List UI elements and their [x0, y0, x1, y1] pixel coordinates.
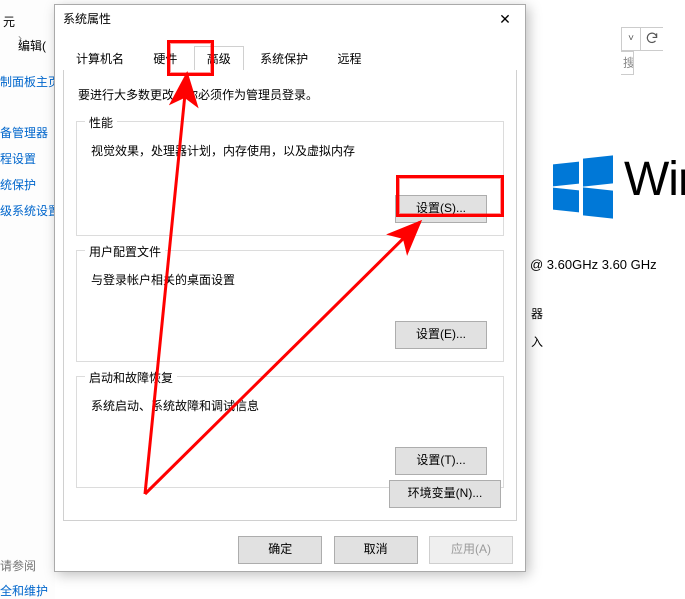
tab-computer-name[interactable]: 计算机名 [63, 46, 137, 72]
link-device-manager[interactable]: 备管理器 [0, 124, 48, 141]
tab-strip: 计算机名 硬件 高级 系统保护 远程 [63, 45, 517, 71]
tab-system-protection[interactable]: 系统保护 [247, 46, 321, 72]
windows-brand-text: Wir [624, 152, 685, 207]
user-profiles-settings-button[interactable]: 设置(E)... [395, 321, 487, 349]
nav-level-suffix: 元 [3, 13, 15, 30]
group-user-profiles: 用户配置文件 与登录帐户相关的桌面设置 设置(E)... [76, 250, 504, 362]
link-system-protection[interactable]: 统保护 [0, 176, 36, 193]
menu-edit-fragment[interactable]: 编辑( [18, 37, 46, 54]
dialog-titlebar[interactable]: 系统属性 ✕ [55, 5, 525, 33]
address-dropdown-icon[interactable] [621, 27, 640, 51]
group-startup-recovery-title: 启动和故障恢复 [85, 369, 177, 386]
cpu-freq-text: @ 3.60GHz 3.60 GHz [530, 257, 657, 272]
group-performance-desc: 视觉效果，处理器计划，内存使用，以及虚拟内存 [77, 122, 503, 206]
link-control-panel-home[interactable]: 制面板主页 [0, 73, 60, 90]
startup-recovery-settings-button[interactable]: 设置(T)... [395, 447, 487, 475]
performance-settings-button[interactable]: 设置(S)... [395, 195, 487, 223]
system-properties-dialog: 系统属性 ✕ 计算机名 硬件 高级 系统保护 远程 要进行大多数更改，你必须作为… [54, 4, 526, 572]
windows-logo-icon [553, 157, 613, 217]
tab-remote[interactable]: 远程 [324, 46, 374, 72]
right-fragment-2: 入 [531, 333, 543, 350]
refresh-icon[interactable] [640, 27, 663, 51]
environment-variables-button[interactable]: 环境变量(N)... [389, 480, 501, 508]
cancel-button[interactable]: 取消 [334, 536, 418, 564]
tab-hardware[interactable]: 硬件 [140, 46, 190, 72]
tab-page-advanced: 要进行大多数更改，你必须作为管理员登录。 性能 视觉效果，处理器计划，内存使用，… [63, 70, 517, 521]
group-user-profiles-title: 用户配置文件 [85, 243, 165, 260]
search-area: 搜 [621, 27, 676, 51]
link-security-and-maintenance[interactable]: 全和维护 [0, 582, 48, 599]
link-advanced-system-settings[interactable]: 级系统设置 [0, 202, 60, 219]
right-fragment-1: 器 [531, 305, 543, 322]
dialog-button-row: 确定 取消 应用(A) [55, 527, 525, 571]
ok-button[interactable]: 确定 [238, 536, 322, 564]
tab-advanced[interactable]: 高级 [194, 46, 244, 72]
group-performance-title: 性能 [85, 114, 117, 131]
group-startup-recovery: 启动和故障恢复 系统启动、系统故障和调试信息 设置(T)... [76, 376, 504, 488]
see-also-label: 请参阅 [0, 557, 36, 574]
link-remote-settings[interactable]: 程设置 [0, 150, 36, 167]
dialog-title: 系统属性 [63, 12, 111, 26]
group-performance: 性能 视觉效果，处理器计划，内存使用，以及虚拟内存 设置(S)... [76, 121, 504, 236]
apply-button: 应用(A) [429, 536, 513, 564]
intro-text: 要进行大多数更改，你必须作为管理员登录。 [64, 70, 516, 107]
search-input[interactable]: 搜 [621, 51, 634, 75]
close-icon[interactable]: ✕ [485, 5, 525, 33]
